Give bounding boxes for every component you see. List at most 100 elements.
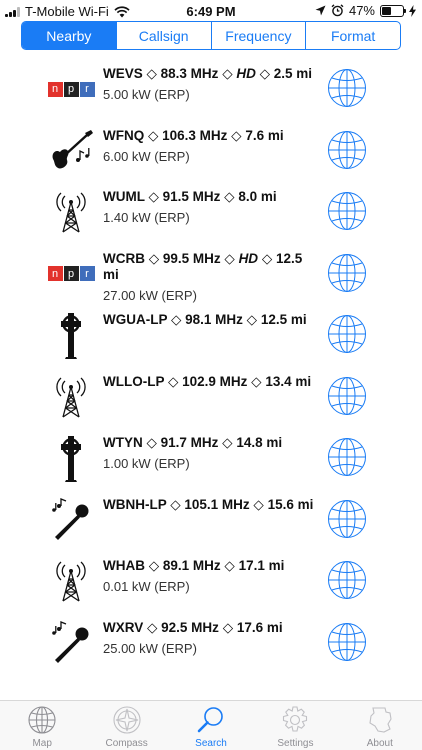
globe-icon[interactable] xyxy=(327,560,367,600)
station-title: WHAB ◇ 89.1 MHz ◇ 17.1 mi xyxy=(103,558,285,573)
station-info: WLLO-LP ◇ 102.9 MHz ◇ 13.4 mi xyxy=(103,374,321,390)
station-erp: 1.40 kW (ERP) xyxy=(103,210,190,225)
location-arrow-icon xyxy=(315,5,326,16)
station-erp: 27.00 kW (ERP) xyxy=(103,287,197,303)
station-callsign: WHAB xyxy=(103,558,145,573)
station-row[interactable]: WLLO-LP ◇ 102.9 MHz ◇ 13.4 mi xyxy=(0,368,422,430)
tab-compass[interactable]: Compass xyxy=(84,701,168,750)
station-frequency: 89.1 MHz xyxy=(162,558,221,573)
radio-tower-icon xyxy=(46,556,96,606)
station-info: WCRB ◇ 99.5 MHz ◇ HD ◇ 12.5 mi 27.00 kW (… xyxy=(103,251,321,304)
station-info: WUML ◇ 91.5 MHz ◇ 8.0 mi 1.40 kW (ERP) xyxy=(103,189,321,226)
station-callsign: WGUA-LP xyxy=(103,312,168,327)
tab-map[interactable]: Map xyxy=(0,701,84,750)
station-list: n p r WEVS ◇ 88.3 MHz ◇ HD ◇ 2.5 mi 5.00 kW … xyxy=(0,60,422,675)
globe-icon[interactable] xyxy=(327,314,367,354)
station-row[interactable]: WFNQ ◇ 106.3 MHz ◇ 7.6 mi 6.00 kW (ERP) xyxy=(0,122,422,184)
station-erp: 1.00 kW (ERP) xyxy=(103,456,190,471)
microphone-icon xyxy=(46,495,96,545)
station-callsign: WEVS xyxy=(103,66,143,81)
station-row[interactable]: WHAB ◇ 89.1 MHz ◇ 17.1 mi 0.01 kW (ERP) xyxy=(0,552,422,614)
station-frequency: 102.9 MHz xyxy=(182,373,248,389)
station-row[interactable]: WUML ◇ 91.5 MHz ◇ 8.0 mi 1.40 kW (ERP) xyxy=(0,183,422,245)
station-title: WXRV ◇ 92.5 MHz ◇ 17.6 mi xyxy=(103,619,283,635)
station-distance: 12.5 mi xyxy=(260,312,307,327)
station-callsign: WCRB xyxy=(103,250,145,266)
hd-badge: HD xyxy=(236,66,256,81)
status-bar: T-Mobile Wi-Fi 6:49 PM 47% xyxy=(0,0,422,22)
station-title: WLLO-LP ◇ 102.9 MHz ◇ 13.4 mi xyxy=(103,373,312,389)
station-callsign: WBNH-LP xyxy=(103,496,167,512)
station-distance: 13.4 mi xyxy=(265,373,312,389)
station-row[interactable]: WTYN ◇ 91.7 MHz ◇ 14.8 mi 1.00 kW (ERP) xyxy=(0,429,422,491)
globe-icon[interactable] xyxy=(327,68,367,108)
station-frequency: 92.5 MHz xyxy=(161,619,219,635)
station-info: WEVS ◇ 88.3 MHz ◇ HD ◇ 2.5 mi 5.00 kW (ER… xyxy=(103,66,321,103)
station-row[interactable]: WXRV ◇ 92.5 MHz ◇ 17.6 mi 25.00 kW (ERP) xyxy=(0,614,422,676)
segment-frequency[interactable]: Frequency xyxy=(210,22,306,49)
station-row[interactable]: n p r WEVS ◇ 88.3 MHz ◇ HD ◇ 2.5 mi 5.00 kW … xyxy=(0,60,422,122)
state-map-icon xyxy=(369,707,392,733)
station-frequency: 99.5 MHz xyxy=(162,250,221,266)
battery-icon xyxy=(380,4,406,17)
tab-about-label: About xyxy=(366,738,393,749)
station-erp: 25.00 kW (ERP) xyxy=(103,640,197,656)
station-row[interactable]: WBNH-LP ◇ 105.1 MHz ◇ 15.6 mi xyxy=(0,491,422,553)
globe-icon xyxy=(28,706,56,734)
station-title: WEVS ◇ 88.3 MHz ◇ HD ◇ 2.5 mi xyxy=(103,66,312,81)
station-title: WTYN ◇ 91.7 MHz ◇ 14.8 mi xyxy=(103,435,283,450)
globe-icon[interactable] xyxy=(327,376,367,416)
globe-icon[interactable] xyxy=(327,191,367,231)
segment-callsign[interactable]: Callsign xyxy=(115,22,211,49)
station-callsign: WFNQ xyxy=(103,127,145,143)
station-frequency: 91.7 MHz xyxy=(160,435,219,450)
hd-badge: HD xyxy=(238,250,259,266)
radio-tower-icon xyxy=(46,372,96,422)
station-info: WTYN ◇ 91.7 MHz ◇ 14.8 mi 1.00 kW (ERP) xyxy=(103,435,321,472)
tab-settings[interactable]: Settings xyxy=(253,701,337,750)
npr-logo-icon: npr xyxy=(46,64,96,114)
globe-icon[interactable] xyxy=(327,499,367,539)
station-erp: 6.00 kW (ERP) xyxy=(103,148,190,164)
station-distance: 17.6 mi xyxy=(236,619,283,635)
station-distance: 14.8 mi xyxy=(236,435,283,450)
station-info: WHAB ◇ 89.1 MHz ◇ 17.1 mi 0.01 kW (ERP) xyxy=(103,558,321,595)
globe-icon[interactable] xyxy=(327,622,367,662)
station-distance: 7.6 mi xyxy=(245,127,284,143)
station-erp: 0.01 kW (ERP) xyxy=(103,579,190,594)
compass-icon xyxy=(113,706,141,734)
tab-compass-label: Compass xyxy=(105,738,148,749)
tab-search[interactable]: Search xyxy=(169,701,253,750)
station-frequency: 105.1 MHz xyxy=(184,496,250,512)
station-callsign: WXRV xyxy=(103,619,144,635)
station-frequency: 106.3 MHz xyxy=(162,127,228,143)
search-mode-segmented-control: Nearby Callsign Frequency Format xyxy=(21,21,401,50)
station-title: WCRB ◇ 99.5 MHz ◇ HD ◇ 12.5 mi xyxy=(103,250,303,282)
celtic-cross-icon xyxy=(46,310,96,360)
gear-icon xyxy=(283,706,308,732)
battery-percent: 47% xyxy=(348,3,375,18)
segment-format[interactable]: Format xyxy=(305,22,400,49)
station-erp: 5.00 kW (ERP) xyxy=(103,87,190,102)
tab-about[interactable]: About xyxy=(338,701,422,750)
station-frequency: 98.1 MHz xyxy=(185,312,243,327)
tab-bar: Map Compass Search Settings About xyxy=(0,700,422,750)
station-title: WUML ◇ 91.5 MHz ◇ 8.0 mi xyxy=(103,189,277,204)
station-distance: 8.0 mi xyxy=(238,189,277,204)
station-callsign: WLLO-LP xyxy=(103,373,165,389)
tab-map-label: Map xyxy=(32,738,52,749)
station-row[interactable]: n p r WCRB ◇ 99.5 MHz ◇ HD ◇ 12.5 mi 27.00 k… xyxy=(0,245,422,307)
station-row[interactable]: WGUA-LP ◇ 98.1 MHz ◇ 12.5 mi xyxy=(0,306,422,368)
alarm-clock-icon xyxy=(331,4,344,17)
station-frequency: 88.3 MHz xyxy=(160,66,219,81)
station-title: WBNH-LP ◇ 105.1 MHz ◇ 15.6 mi xyxy=(103,496,314,512)
globe-icon[interactable] xyxy=(327,253,367,293)
station-title: WGUA-LP ◇ 98.1 MHz ◇ 12.5 mi xyxy=(103,312,307,327)
station-info: WGUA-LP ◇ 98.1 MHz ◇ 12.5 mi xyxy=(103,312,321,328)
station-distance: 17.1 mi xyxy=(238,558,285,573)
segment-nearby[interactable]: Nearby xyxy=(22,22,116,49)
charging-bolt-icon xyxy=(409,4,416,17)
globe-icon[interactable] xyxy=(327,130,367,170)
tab-search-label: Search xyxy=(195,738,227,749)
globe-icon[interactable] xyxy=(327,437,367,477)
